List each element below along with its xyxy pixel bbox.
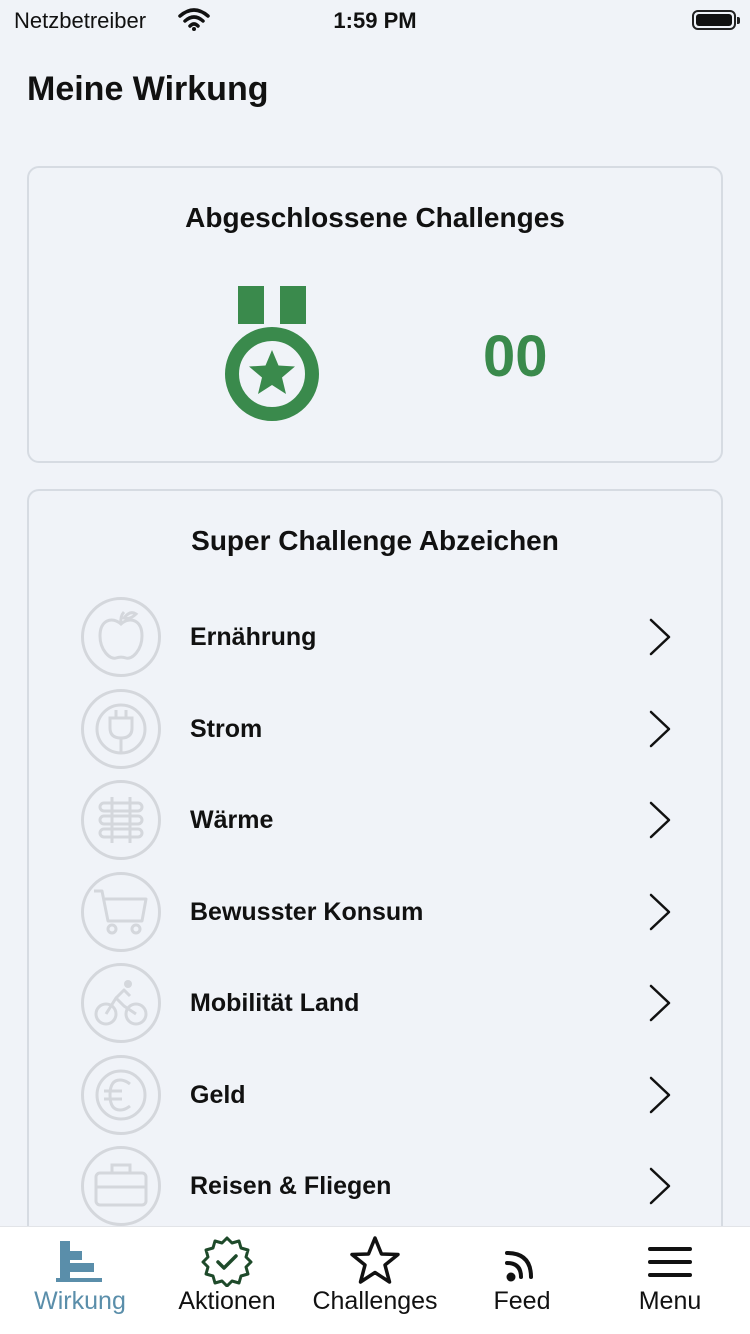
radiator-icon	[81, 780, 161, 860]
tab-wirkung[interactable]: Wirkung	[5, 1227, 155, 1334]
tab-challenges[interactable]: Challenges	[300, 1227, 450, 1334]
badge-item-mobilitaet-land[interactable]: Mobilität Land	[29, 957, 721, 1049]
badge-item-ernaehrung[interactable]: Ernährung	[29, 591, 721, 683]
badge-label: Ernährung	[190, 623, 317, 651]
tab-feed[interactable]: Feed	[447, 1227, 597, 1334]
badge-item-geld[interactable]: Geld	[29, 1049, 721, 1141]
cart-icon	[81, 871, 161, 952]
super-challenge-badges-card: Super Challenge Abzeichen Ernährung Stro…	[27, 489, 723, 1249]
badge-item-strom[interactable]: Strom	[29, 683, 721, 775]
star-icon	[347, 1235, 403, 1287]
completed-challenges-card: Abgeschlossene Challenges 00	[27, 166, 723, 463]
plug-icon	[81, 688, 161, 769]
tab-bar: Wirkung Aktionen Challenges Feed Menu	[0, 1226, 750, 1334]
cyclist-icon	[81, 963, 161, 1043]
badge-label: Mobilität Land	[190, 989, 360, 1017]
badge-item-bewusster-konsum[interactable]: Bewusster Konsum	[29, 866, 721, 958]
completed-count: 00	[483, 324, 548, 389]
chevron-right-icon	[645, 617, 675, 662]
battery-icon	[692, 10, 740, 30]
impact-chart-icon	[52, 1235, 108, 1287]
chevron-right-icon	[645, 1166, 675, 1211]
badge-label: Strom	[190, 714, 263, 743]
badge-item-waerme[interactable]: Wärme	[29, 774, 721, 866]
tab-label: Aktionen	[178, 1287, 276, 1315]
feed-icon	[494, 1235, 550, 1287]
badge-label: Wärme	[190, 806, 274, 834]
chevron-right-icon	[645, 709, 675, 754]
suitcase-icon	[81, 1146, 161, 1226]
chevron-right-icon	[645, 983, 675, 1028]
badge-list: Ernährung Strom Wärme Bewusster Konsum M…	[29, 591, 721, 1232]
check-badge-icon	[199, 1235, 255, 1288]
status-bar: Netzbetreiber 1:59 PM	[0, 0, 750, 40]
hamburger-menu-icon	[642, 1235, 698, 1287]
tab-label: Challenges	[312, 1287, 438, 1315]
completed-challenges-title: Abgeschlossene Challenges	[185, 202, 565, 233]
tab-aktionen[interactable]: Aktionen	[152, 1227, 302, 1334]
tab-menu[interactable]: Menu	[595, 1227, 745, 1334]
tab-label: Wirkung	[34, 1287, 126, 1315]
badges-title: Super Challenge Abzeichen	[191, 525, 559, 556]
apple-icon	[81, 597, 161, 677]
badge-label: Bewusster Konsum	[190, 897, 424, 926]
status-time: 1:59 PM	[333, 8, 417, 33]
tab-label: Menu	[638, 1287, 702, 1315]
tab-label: Feed	[493, 1287, 551, 1315]
euro-icon	[81, 1054, 161, 1135]
medal-icon	[222, 286, 322, 431]
badge-item-reisen-fliegen[interactable]: Reisen & Fliegen	[29, 1140, 721, 1232]
chevron-right-icon	[645, 892, 675, 937]
page-title: Meine Wirkung	[27, 70, 269, 108]
badge-label: Geld	[190, 1080, 246, 1109]
chevron-right-icon	[645, 800, 675, 845]
chevron-right-icon	[645, 1075, 675, 1120]
badge-label: Reisen & Fliegen	[190, 1172, 392, 1200]
